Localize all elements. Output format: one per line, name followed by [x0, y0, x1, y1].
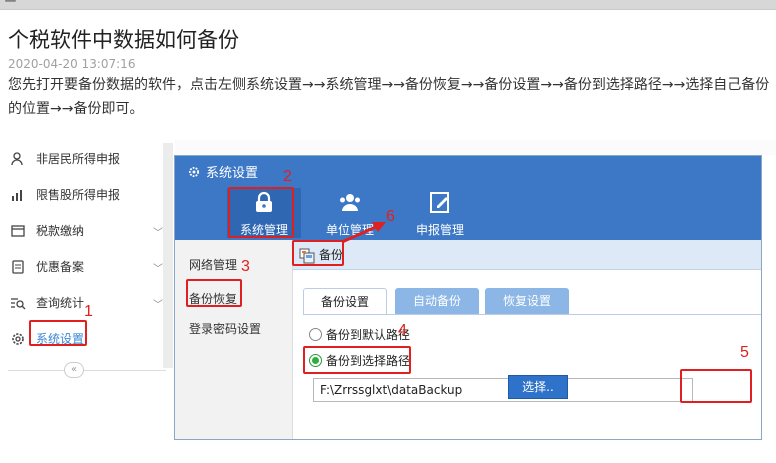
annotation-box-system-settings	[29, 320, 87, 346]
wallet-icon	[11, 225, 25, 237]
article-title: 个税软件中数据如何备份	[8, 28, 239, 52]
window-side-menu: 网络管理 备份恢复 登录密码设置	[175, 240, 293, 439]
window-title-text: 系统设置	[206, 166, 259, 181]
left-nav-divider	[8, 370, 166, 371]
nav-item-tax-payment[interactable]: 税款缴纳 ﹀	[0, 214, 168, 250]
annotation-number-2: 2	[283, 168, 292, 185]
nav-item-label: 非居民所得申报	[36, 152, 121, 166]
user-icon	[11, 152, 23, 166]
tab-backup-settings[interactable]: 备份设置	[303, 288, 387, 315]
module-declaration-management[interactable]: 申报管理	[403, 188, 477, 238]
gear-icon	[188, 166, 200, 178]
nav-item-restricted-stock[interactable]: 限售股所得申报	[0, 178, 168, 214]
gear-icon	[12, 333, 24, 345]
module-label: 申报管理	[415, 223, 464, 237]
select-path-button[interactable]: 选择..	[508, 375, 568, 399]
search-list-icon	[11, 298, 26, 310]
users-icon	[340, 194, 360, 211]
annotation-arrow-icon	[341, 222, 386, 244]
annotation-box-backup-restore	[186, 279, 242, 307]
edit-icon	[430, 192, 449, 213]
document-icon	[12, 260, 24, 274]
annotation-box-choose-path	[303, 346, 411, 374]
chevron-down-icon: ﹀	[153, 228, 163, 239]
top-bar-cut-text: ー	[4, 0, 18, 10]
backup-path-input[interactable]	[313, 378, 693, 402]
nav-item-nonresident[interactable]: 非居民所得申报	[0, 142, 168, 178]
side-item-network[interactable]: 网络管理	[189, 256, 237, 273]
tab-divider	[303, 314, 761, 315]
nav-item-label: 查询统计	[36, 296, 85, 310]
article-date: 2020-04-20 13:07:16	[8, 57, 136, 71]
background-panel-strip	[175, 140, 776, 155]
annotation-number-5: 5	[740, 344, 749, 361]
collapse-sidebar-button[interactable]: «	[64, 362, 84, 378]
radio-default-path[interactable]: 备份到默认路径	[309, 326, 410, 342]
bar-chart-icon	[12, 190, 22, 201]
annotation-box-system-management	[228, 187, 294, 238]
window-title: 系统设置	[188, 162, 258, 181]
chevron-down-icon: ﹀	[153, 300, 163, 311]
radio-circle	[309, 328, 322, 341]
annotation-number-1: 1	[84, 303, 93, 320]
chevron-down-icon: ﹀	[153, 264, 163, 275]
annotation-box-backup-toolbar	[292, 240, 344, 266]
window-main: 备份 备份设置 自动备份 恢复设置 备份到默认路径 备份到选择路径	[293, 240, 761, 439]
nav-item-label: 税款缴纳	[36, 224, 85, 238]
annotation-number-3: 3	[241, 258, 250, 275]
browser-top-bar: ー	[0, 0, 776, 10]
left-nav: 非居民所得申报 限售股所得申报 税款缴纳 ﹀ 优惠备案 ﹀ 查询统计 ﹀ 系统设…	[0, 140, 174, 458]
nav-item-label: 优惠备案	[36, 260, 85, 274]
nav-item-label: 限售股所得申报	[36, 188, 121, 202]
annotation-number-4: 4	[398, 322, 407, 339]
nav-item-preferential-filing[interactable]: 优惠备案 ﹀	[0, 250, 168, 286]
tab-restore-settings[interactable]: 恢复设置	[485, 288, 569, 314]
side-item-login-password[interactable]: 登录密码设置	[189, 320, 261, 337]
article-body: 您先打开要备份数据的软件，点击左侧系统设置→→系统管理→→备份恢复→→备份设置→…	[8, 77, 770, 117]
tab-auto-backup[interactable]: 自动备份	[395, 288, 479, 314]
annotation-box-select-button	[680, 369, 752, 403]
